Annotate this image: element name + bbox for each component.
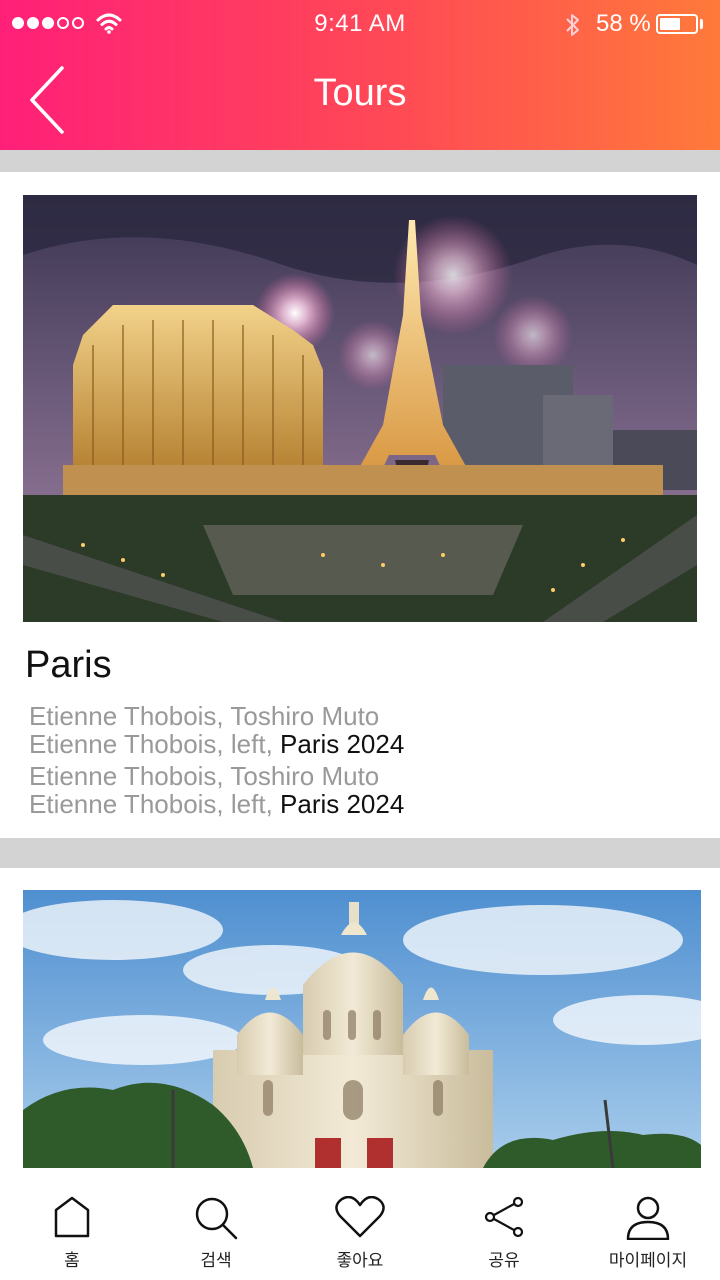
heart-icon xyxy=(335,1196,385,1238)
tab-share[interactable]: 공유 xyxy=(432,1168,576,1280)
tour-card-meta-line: Etienne Thobois, left, Paris 2024 xyxy=(29,789,405,819)
status-bar: 9:41 AM 58 % xyxy=(0,0,720,48)
tab-search[interactable]: 검색 xyxy=(144,1168,288,1280)
tour-card-meta-line: Etienne Thobois, left, Paris 2024 xyxy=(29,729,405,759)
battery-level xyxy=(660,18,680,30)
share-icon xyxy=(484,1196,524,1238)
tab-label: 좋아요 xyxy=(336,1251,384,1271)
tour-card-title[interactable]: Paris xyxy=(25,644,112,687)
search-icon xyxy=(195,1197,238,1240)
bottom-tab-bar: 홈 검색 좋아요 공유 마이페이지 xyxy=(0,1168,720,1280)
tab-my-page[interactable]: 마이페이지 xyxy=(576,1168,720,1280)
tour-card-image[interactable] xyxy=(23,890,701,1168)
app-header: 9:41 AM 58 % Tours xyxy=(0,0,720,150)
section-divider xyxy=(0,838,720,868)
tab-label: 공유 xyxy=(488,1251,520,1271)
tab-home[interactable]: 홈 xyxy=(0,1168,144,1280)
person-icon xyxy=(626,1196,670,1240)
section-divider xyxy=(0,150,720,172)
tour-card-meta-line: Etienne Thobois, Toshiro Muto xyxy=(29,761,380,791)
battery-percent: 58 % xyxy=(596,10,651,37)
tab-label: 마이페이지 xyxy=(608,1251,688,1271)
tour-card-image[interactable] xyxy=(23,195,697,622)
tour-card-meta-line: Etienne Thobois, Toshiro Muto xyxy=(29,701,380,731)
tab-label: 검색 xyxy=(200,1251,232,1271)
tab-label: 홈 xyxy=(64,1251,80,1271)
tab-likes[interactable]: 좋아요 xyxy=(288,1168,432,1280)
battery-icon xyxy=(656,14,698,34)
home-icon xyxy=(54,1196,90,1238)
bluetooth-icon xyxy=(566,14,579,36)
page-title: Tours xyxy=(313,72,407,114)
battery-tip xyxy=(700,19,703,29)
